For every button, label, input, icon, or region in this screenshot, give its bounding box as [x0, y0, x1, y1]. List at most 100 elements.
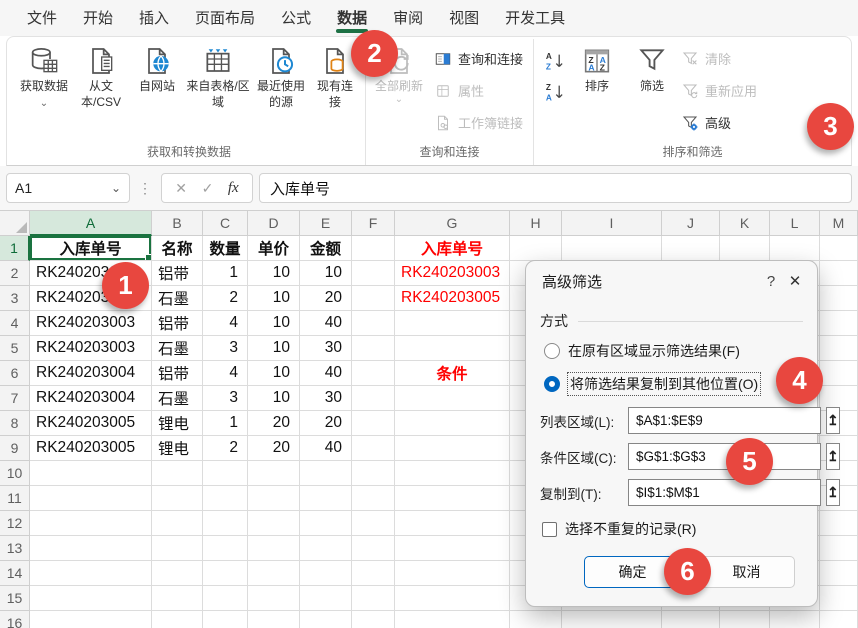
cell-B3[interactable]: 石墨 — [152, 286, 203, 311]
checkbox-icon[interactable] — [542, 522, 557, 537]
row-header-11[interactable]: 11 — [0, 486, 30, 511]
cell-H16[interactable] — [510, 611, 562, 628]
cell-F1[interactable] — [352, 236, 395, 261]
cell-F10[interactable] — [352, 461, 395, 486]
cell-F4[interactable] — [352, 311, 395, 336]
cancel-entry-icon[interactable]: ✕ — [175, 180, 187, 197]
cell-A5[interactable]: RK240203003 — [30, 336, 152, 361]
cell-D6[interactable]: 10 — [248, 361, 300, 386]
cell-C4[interactable]: 4 — [203, 311, 248, 336]
cell-G13[interactable] — [395, 536, 510, 561]
row-header-16[interactable]: 16 — [0, 611, 30, 628]
cell-E16[interactable] — [300, 611, 352, 628]
cell-A7[interactable]: RK240203004 — [30, 386, 152, 411]
row-header-10[interactable]: 10 — [0, 461, 30, 486]
column-header-H[interactable]: H — [510, 211, 562, 236]
cell-G14[interactable] — [395, 561, 510, 586]
cell-A13[interactable] — [30, 536, 152, 561]
cell-D4[interactable]: 10 — [248, 311, 300, 336]
column-header-K[interactable]: K — [720, 211, 770, 236]
cell-A15[interactable] — [30, 586, 152, 611]
cell-D15[interactable] — [248, 586, 300, 611]
row-header-4[interactable]: 4 — [0, 311, 30, 336]
cell-B13[interactable] — [152, 536, 203, 561]
cell-E15[interactable] — [300, 586, 352, 611]
cell-C16[interactable] — [203, 611, 248, 628]
menu-tab-页面布局[interactable]: 页面布局 — [182, 1, 268, 36]
cell-E13[interactable] — [300, 536, 352, 561]
cell-B14[interactable] — [152, 561, 203, 586]
cell-L16[interactable] — [770, 611, 820, 628]
menu-tab-开发工具[interactable]: 开发工具 — [492, 1, 578, 36]
radio-selected-icon[interactable] — [544, 376, 560, 392]
row-header-6[interactable]: 6 — [0, 361, 30, 386]
cell-B4[interactable]: 铝带 — [152, 311, 203, 336]
column-header-E[interactable]: E — [300, 211, 352, 236]
ribbon-queries-connections-button[interactable]: 查询和连接 — [428, 47, 529, 70]
more-dots-icon[interactable]: ⋮ — [136, 180, 155, 197]
cell-A14[interactable] — [30, 561, 152, 586]
cell-E3[interactable]: 20 — [300, 286, 352, 311]
cell-D14[interactable] — [248, 561, 300, 586]
menu-tab-插入[interactable]: 插入 — [126, 1, 182, 36]
help-icon[interactable]: ? — [759, 273, 783, 290]
cell-A10[interactable] — [30, 461, 152, 486]
column-header-M[interactable]: M — [820, 211, 858, 236]
cell-B8[interactable]: 锂电 — [152, 411, 203, 436]
cell-A9[interactable]: RK240203005 — [30, 436, 152, 461]
cell-M4[interactable] — [820, 311, 858, 336]
cell-C6[interactable]: 4 — [203, 361, 248, 386]
cell-M3[interactable] — [820, 286, 858, 311]
menu-tab-视图[interactable]: 视图 — [436, 1, 492, 36]
cell-K1[interactable] — [720, 236, 770, 261]
cell-D5[interactable]: 10 — [248, 336, 300, 361]
cell-M15[interactable] — [820, 586, 858, 611]
cell-E11[interactable] — [300, 486, 352, 511]
cell-C13[interactable] — [203, 536, 248, 561]
cell-A4[interactable]: RK240203003 — [30, 311, 152, 336]
row-header-2[interactable]: 2 — [0, 261, 30, 286]
cell-C7[interactable]: 3 — [203, 386, 248, 411]
cell-C14[interactable] — [203, 561, 248, 586]
cell-E4[interactable]: 40 — [300, 311, 352, 336]
cell-M5[interactable] — [820, 336, 858, 361]
cell-D10[interactable] — [248, 461, 300, 486]
column-header-L[interactable]: L — [770, 211, 820, 236]
cell-E7[interactable]: 30 — [300, 386, 352, 411]
select-all-corner[interactable] — [0, 211, 30, 236]
range-selector-icon[interactable]: ↥ — [826, 407, 840, 434]
cell-B11[interactable] — [152, 486, 203, 511]
cell-C9[interactable]: 2 — [203, 436, 248, 461]
ribbon-clear-filter-button[interactable]: 清除 — [675, 47, 763, 70]
column-header-G[interactable]: G — [395, 211, 510, 236]
cell-D16[interactable] — [248, 611, 300, 628]
cell-D9[interactable]: 20 — [248, 436, 300, 461]
insert-function-icon[interactable]: fx — [228, 180, 239, 197]
row-header-15[interactable]: 15 — [0, 586, 30, 611]
cell-G2[interactable]: RK240203003 — [395, 261, 510, 286]
cell-D3[interactable]: 10 — [248, 286, 300, 311]
cell-B16[interactable] — [152, 611, 203, 628]
cell-E9[interactable]: 40 — [300, 436, 352, 461]
ribbon-advanced-filter-button[interactable]: 高级 — [675, 111, 763, 134]
copy-to-input[interactable] — [628, 479, 821, 506]
cell-G6[interactable]: 条件 — [395, 361, 510, 386]
cell-F6[interactable] — [352, 361, 395, 386]
radio-copy-to-location[interactable]: 将筛选结果复制到其他位置(O) — [544, 373, 803, 395]
cell-I1[interactable] — [562, 236, 662, 261]
cell-M16[interactable] — [820, 611, 858, 628]
cell-M2[interactable] — [820, 261, 858, 286]
cell-F3[interactable] — [352, 286, 395, 311]
cell-G7[interactable] — [395, 386, 510, 411]
ribbon-sort-button[interactable]: ZAAZ排序 — [574, 39, 620, 97]
row-header-7[interactable]: 7 — [0, 386, 30, 411]
ribbon-reapply-filter-button[interactable]: 重新应用 — [675, 79, 763, 102]
cell-A16[interactable] — [30, 611, 152, 628]
cell-E8[interactable]: 20 — [300, 411, 352, 436]
row-header-8[interactable]: 8 — [0, 411, 30, 436]
cell-G11[interactable] — [395, 486, 510, 511]
ribbon-from-text-csv-button[interactable]: 从文本/CSV — [71, 39, 131, 112]
cell-F9[interactable] — [352, 436, 395, 461]
column-header-A[interactable]: A — [30, 211, 152, 236]
cell-G3[interactable]: RK240203005 — [395, 286, 510, 311]
